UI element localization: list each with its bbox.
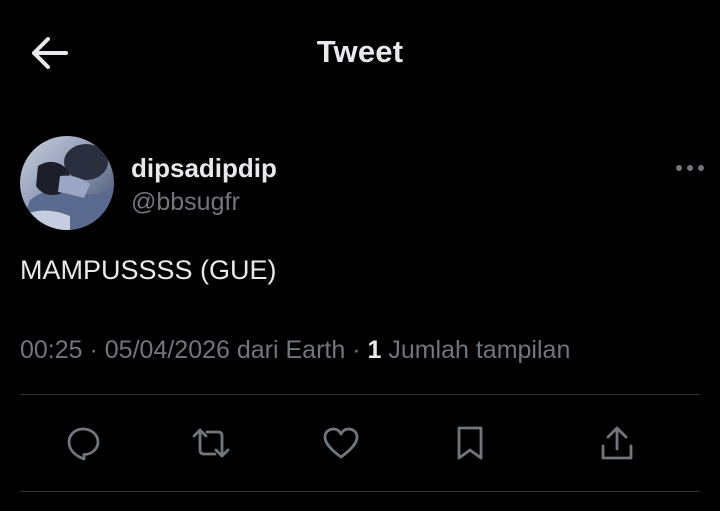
share-icon [599,424,635,462]
like-button[interactable] [319,421,363,465]
reply-icon [65,425,101,461]
tweet-text: MAMPUSSSS (GUE) [20,255,277,285]
bookmark-icon [455,425,485,461]
tweet-meta: 00:25 · 05/04/2026 dari Earth · 1 Jumlah… [20,336,570,365]
page-title: Tweet [316,34,404,69]
share-button[interactable] [595,421,639,465]
views-label[interactable]: Jumlah tampilan [381,336,570,364]
tweet-actions [0,395,720,491]
like-icon [322,426,360,460]
meta-separator: · [345,336,368,364]
author-handle[interactable]: @bbsugfr [131,188,240,217]
views-count[interactable]: 1 [367,336,381,364]
top-bar: Tweet [0,0,720,104]
divider [20,491,700,492]
avatar[interactable] [20,136,114,230]
more-horizontal-icon [675,164,705,172]
tweet-date[interactable]: 05/04/2026 [105,336,230,364]
more-options-button[interactable] [670,156,710,180]
tweet-detail-page: Tweet dipsadipdip @bbsugfr MAMPUSSSS (GU… [0,0,720,511]
reply-button[interactable] [61,421,105,465]
retweet-icon [191,426,231,460]
tweet-author: dipsadipdip @bbsugfr [20,136,710,230]
author-display-name[interactable]: dipsadipdip [131,153,277,184]
tweet-time[interactable]: 00:25 [20,336,83,364]
bookmark-button[interactable] [448,421,492,465]
tweet-source: dari Earth [229,336,346,364]
retweet-button[interactable] [189,421,233,465]
meta-separator: · [82,336,105,364]
